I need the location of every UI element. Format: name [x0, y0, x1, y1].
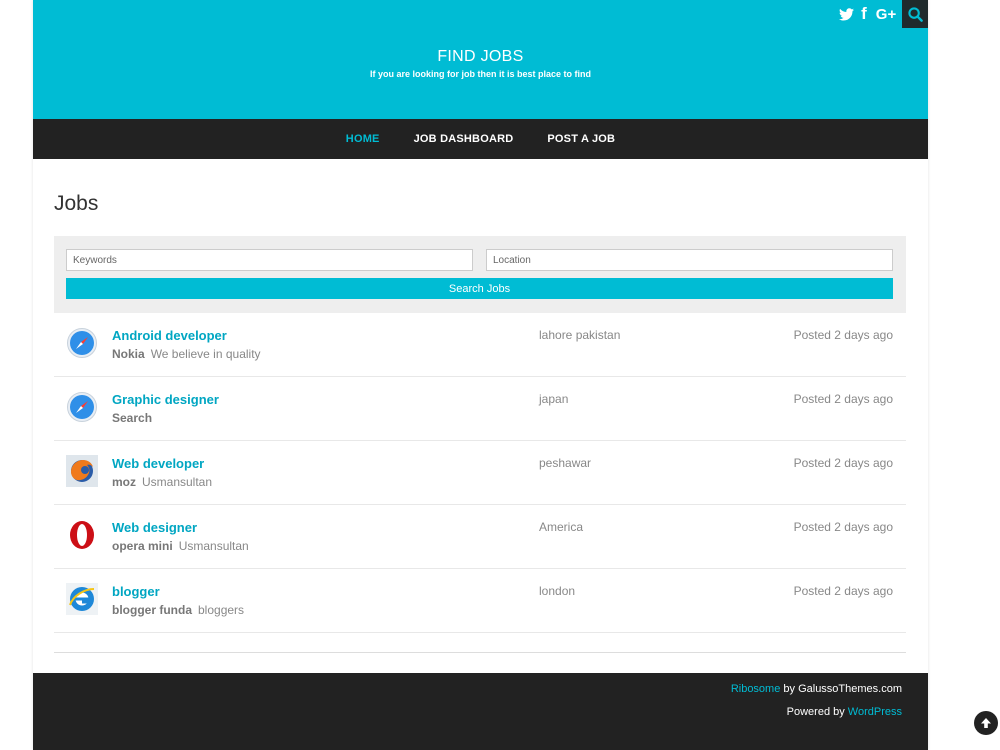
location-input[interactable] [486, 249, 893, 271]
job-posted-date: Posted 2 days ago [793, 328, 893, 342]
job-company: Nokia We believe in quality [112, 347, 261, 361]
job-location: peshawar [539, 456, 592, 470]
page-container: f G+ FIND JOBS If you are looking for jo… [33, 0, 928, 750]
twitter-icon[interactable] [839, 7, 855, 21]
job-posted-date: Posted 2 days ago [793, 392, 893, 406]
company-tagline: bloggers [198, 603, 245, 617]
safari-compass-icon [66, 327, 98, 359]
site-title[interactable]: FIND JOBS [33, 48, 928, 66]
job-location: lahore pakistan [539, 328, 621, 342]
job-title[interactable]: Android developer [112, 328, 227, 343]
footer-credits: Ribosome by GalussoThemes.com [731, 683, 902, 695]
company-name: moz [112, 475, 136, 489]
job-listing[interactable]: blogger blogger funda bloggers london Pos… [54, 569, 906, 633]
job-listing[interactable]: Web designer opera mini Usmansultan Ameri… [54, 505, 906, 569]
company-tagline: Usmansultan [142, 475, 213, 489]
job-posted-date: Posted 2 days ago [793, 456, 893, 470]
theme-author: by GalussoThemes.com [780, 683, 902, 695]
job-posted-date: Posted 2 days ago [793, 520, 893, 534]
job-listings: Android developer Nokia We believe in qua… [54, 313, 906, 633]
job-company: Search [112, 411, 158, 425]
job-posted-date: Posted 2 days ago [793, 584, 893, 598]
main-navigation: HOME JOB DASHBOARD POST A JOB [33, 119, 928, 159]
social-links: f G+ [839, 0, 928, 28]
company-name: Nokia [112, 347, 145, 361]
nav-item-home[interactable]: HOME [346, 133, 380, 145]
search-jobs-button[interactable]: Search Jobs [66, 278, 893, 299]
job-title[interactable]: Graphic designer [112, 392, 219, 407]
job-listing[interactable]: Graphic designer Search japan Posted 2 d… [54, 377, 906, 441]
facebook-icon[interactable]: f [859, 4, 869, 24]
keywords-input[interactable] [66, 249, 473, 271]
internet-explorer-icon [66, 583, 98, 615]
nav-item-job-dashboard[interactable]: JOB DASHBOARD [414, 133, 514, 145]
job-title[interactable]: Web designer [112, 520, 197, 535]
site-footer: Ribosome by GalussoThemes.com Powered by… [33, 673, 928, 750]
job-location: japan [539, 392, 569, 406]
firefox-icon [66, 455, 98, 487]
job-listing[interactable]: Web developer moz Usmansultan peshawar Po… [54, 441, 906, 505]
theme-link[interactable]: Ribosome [731, 683, 781, 695]
job-company: moz Usmansultan [112, 475, 212, 489]
back-to-top-button[interactable] [974, 711, 998, 735]
content-divider [54, 652, 906, 653]
job-company: opera mini Usmansultan [112, 539, 249, 553]
safari-compass-icon [66, 391, 98, 423]
job-location: America [539, 520, 584, 534]
job-location: london [539, 584, 576, 598]
arrow-up-icon [981, 718, 991, 728]
nav-item-post-a-job[interactable]: POST A JOB [547, 133, 615, 145]
job-search-form: Search Jobs [54, 236, 906, 313]
powered-by-text: Powered by [786, 706, 848, 718]
company-tagline: We believe in quality [150, 347, 261, 361]
footer-powered-by: Powered by WordPress [787, 706, 902, 718]
company-name: opera mini [112, 539, 173, 553]
google-plus-icon[interactable]: G+ [874, 6, 898, 23]
job-listing[interactable]: Android developer Nokia We believe in qua… [54, 313, 906, 377]
site-description: If you are looking for job then it is be… [369, 69, 591, 79]
company-name: blogger funda [112, 603, 192, 617]
company-tagline: Usmansultan [178, 539, 249, 553]
company-name: Search [112, 411, 153, 425]
job-title[interactable]: blogger [112, 584, 160, 599]
job-title[interactable]: Web developer [112, 456, 204, 471]
opera-icon [66, 519, 98, 551]
job-company: blogger funda bloggers [112, 603, 244, 617]
page-title: Jobs [54, 192, 99, 215]
search-icon[interactable] [902, 0, 928, 28]
site-header: f G+ FIND JOBS If you are looking for jo… [33, 0, 928, 119]
wordpress-link[interactable]: WordPress [848, 706, 902, 718]
